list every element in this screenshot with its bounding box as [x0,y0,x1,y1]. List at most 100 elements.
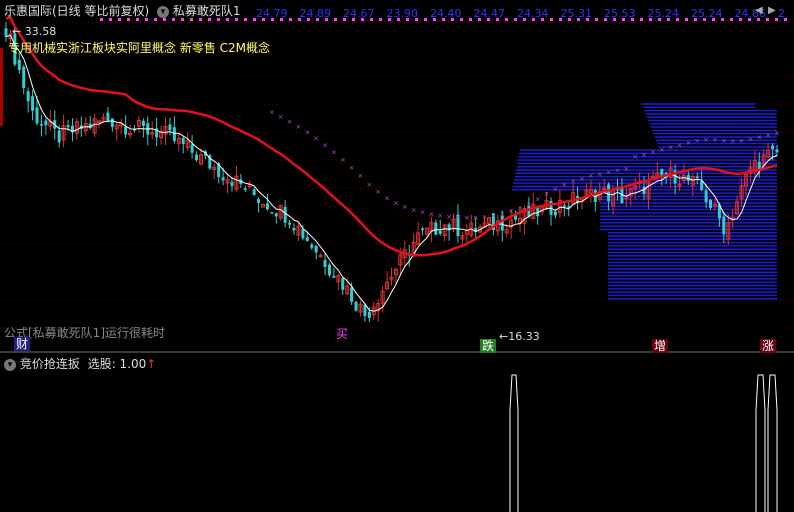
cross-mark: × [650,148,656,156]
candle-body-down [221,177,225,181]
marker-zeng: 增 [652,339,669,353]
candle-body-down [35,107,39,124]
sub-indicator-name[interactable]: 竞价抢连扳 [20,357,80,371]
candle-body-down [367,311,371,318]
top-dot [235,18,238,21]
candle-body-down [438,230,442,234]
indicator-name[interactable]: 私募敢死队1 [173,4,241,18]
candle-body-down [181,138,185,144]
header-value: 24.67 [343,7,375,20]
candle-body-down [66,125,70,128]
cross-mark: × [375,188,381,196]
selector-label: 选股 [87,357,112,371]
candle-body-down [195,154,199,161]
marker-cai: 财 [14,337,31,351]
cross-mark: × [765,132,771,140]
header-value: 24.47 [473,7,506,20]
left-scale-bar [0,48,3,126]
cross-mark: × [499,210,505,218]
cross-mark: × [659,146,665,154]
candle-body-down [110,118,114,127]
top-dot [145,18,148,21]
indicator-values: 24.79 24.89 24.67 23.90 24.40 24.47 24.34 25.31… [256,7,794,21]
top-dot [127,18,130,21]
candle-body-down [562,205,566,207]
candle-body-down [775,149,779,153]
candle-body-down [341,277,345,290]
header-value: 2 [778,7,785,20]
main-price-chart[interactable]: ××××××××××××××× × × × × × × × × × × × × × ×××××× × × × × × ×… [0,0,794,512]
cross-mark: × [455,214,461,222]
candle-body-down [327,264,331,276]
cross-mark: × [712,136,718,144]
candle-body-down [283,206,287,223]
header-value: 23.90 [386,7,419,20]
top-dot [118,18,121,21]
top-dot [136,18,139,21]
cross-mark: × [490,212,496,220]
indicator-menu-icon[interactable]: ▾ [157,5,170,18]
cross-mark: × [304,128,310,136]
candle-body-down [252,189,256,196]
up-arrow-icon: ↑ [146,357,157,371]
candle-body-down [350,287,354,302]
cross-mark: × [437,212,443,220]
cross-mark: × [446,213,452,221]
cross-mark: × [322,141,328,149]
candle-body-down [274,213,278,217]
candle-body-down [230,181,234,187]
candle-body-down [421,228,425,231]
candle-body-down [17,59,21,70]
cross-mark: × [411,206,417,214]
cross-mark: × [420,209,426,217]
cross-mark: × [694,137,700,145]
candle-body-down [124,126,128,135]
high-price-label: ← 33.58 [12,25,57,38]
sub-chart-header: ▾ 竞价抢连扳 选股: 1.00↑ [4,357,156,371]
cross-mark: × [287,118,293,126]
cross-mark: × [340,156,346,164]
cross-mark: × [544,190,550,198]
candle-body-down [700,181,704,190]
marker-mai: 买 [336,327,349,341]
candle-body-down [141,120,145,126]
stock-title[interactable]: 乐惠国际(日线 等比前复权) [4,4,149,18]
candle-body-down [292,227,296,231]
prev-icon[interactable]: ◀ [755,5,763,16]
selector-value: 1.00 [119,357,147,371]
top-dot [172,18,175,21]
header-value: 25.31 [560,7,593,20]
candle-body-down [288,222,292,225]
candle-body-down [771,145,775,150]
candle-body-down [354,301,358,311]
header-value: 25.24 [691,7,723,20]
marker-zhang: 涨 [760,339,777,353]
cross-mark: × [606,169,612,177]
cross-mark: × [570,177,576,185]
sub-indicator-menu-icon[interactable]: ▾ [4,358,16,371]
candle-body-down [265,203,269,210]
cross-mark: × [641,151,647,159]
cross-mark: × [668,143,674,151]
header-value: 25.24 [647,7,680,20]
candle-body-down [257,199,261,203]
top-dot [190,18,193,21]
cross-mark: × [313,135,319,143]
candle-body-down [332,275,336,278]
cross-mark: × [721,137,727,145]
cross-mark: × [464,214,470,222]
cross-mark: × [703,136,709,144]
cross-mark: × [526,200,532,208]
cross-mark: × [473,214,479,222]
top-dot [163,18,166,21]
candle-body-down [695,176,699,178]
cross-mark: × [632,153,638,161]
next-icon[interactable]: ▶ [768,5,776,16]
top-dot [154,18,157,21]
cross-mark: × [730,137,736,145]
candle-body-down [4,28,8,37]
marker-die: 跌 [480,339,497,353]
cross-mark: × [615,167,621,175]
cross-mark: × [482,213,488,221]
candle-body-down [314,245,318,253]
